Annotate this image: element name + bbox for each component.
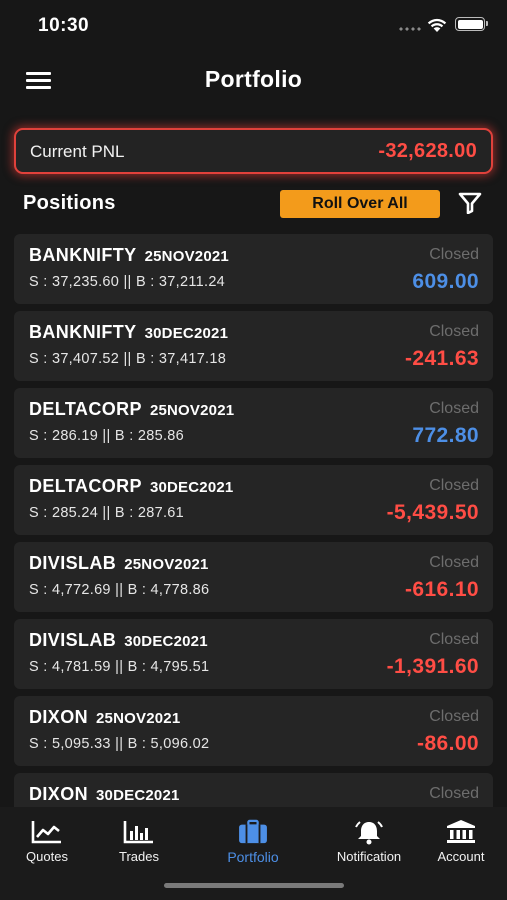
home-indicator[interactable] (164, 883, 344, 888)
position-status: Closed (429, 477, 479, 494)
position-symbol: DIVISLAB 25NOV2021 (29, 553, 209, 573)
position-expiry: 30DEC2021 (149, 479, 234, 496)
position-pnl: -5,439.50 (386, 501, 479, 524)
position-sell-buy: S : 4,772.69 || B : 4,778.86 (29, 582, 210, 598)
position-pnl: -616.10 (404, 578, 479, 601)
current-pnl-value: -32,628.00 (378, 140, 477, 162)
position-pnl: -1,391.60 (386, 655, 479, 678)
battery-icon (455, 17, 488, 31)
roll-over-all-button[interactable]: Roll Over All (280, 190, 440, 218)
position-expiry: 30DEC2021 (144, 325, 229, 342)
positions-list[interactable]: BANKNIFTY 25NOV2021 S : 37,235.60 || B : … (0, 234, 507, 807)
position-expiry: 25NOV2021 (149, 402, 235, 419)
tab-label: Account (437, 849, 485, 864)
tab-label: Quotes (26, 849, 68, 864)
tab-account[interactable]: Account (430, 819, 492, 864)
briefcase-icon (239, 819, 267, 844)
filter-icon[interactable] (458, 192, 482, 214)
position-sell-buy: S : 4,781.59 || B : 4,795.51 (29, 659, 210, 675)
position-status: Closed (429, 708, 479, 725)
bar-chart-icon (123, 821, 153, 844)
tab-label: Notification (336, 849, 402, 864)
chart-line-icon (31, 821, 61, 844)
position-sell-buy: S : 37,235.60 || B : 37,211.24 (29, 274, 226, 290)
position-status: Closed (429, 785, 479, 802)
bank-icon (447, 820, 475, 843)
current-pnl-card: Current PNL -32,628.00 (14, 128, 493, 174)
position-expiry: 25NOV2021 (144, 248, 229, 265)
position-status: Closed (429, 554, 479, 571)
position-card[interactable]: DELTACORP 25NOV2021 S : 286.19 || B : 285… (14, 388, 493, 458)
position-expiry: 25NOV2021 (124, 556, 209, 573)
position-card[interactable]: DIXON 30DEC2021 Closed (14, 773, 493, 807)
tab-notification[interactable]: Notification (328, 819, 410, 864)
tab-quotes[interactable]: Quotes (20, 819, 74, 864)
app-header: Portfolio (0, 52, 507, 110)
position-status: Closed (429, 400, 479, 417)
position-expiry: 25NOV2021 (96, 710, 181, 727)
position-symbol: DELTACORP 25NOV2021 (29, 399, 235, 419)
position-status: Closed (429, 246, 479, 263)
tab-label: Trades (119, 849, 159, 864)
position-sell-buy: S : 286.19 || B : 285.86 (29, 428, 185, 444)
position-expiry: 30DEC2021 (96, 787, 180, 804)
position-pnl: -86.00 (417, 732, 479, 755)
position-sell-buy: S : 37,407.52 || B : 37,417.18 (29, 351, 227, 367)
positions-heading: Positions (23, 192, 116, 214)
status-bar: 10:30 (0, 0, 507, 52)
tab-portfolio[interactable]: Portfolio (218, 819, 288, 865)
position-card[interactable]: BANKNIFTY 25NOV2021 S : 37,235.60 || B : … (14, 234, 493, 304)
position-symbol: BANKNIFTY 25NOV2021 (29, 245, 229, 265)
signal-dots-icon (398, 27, 422, 31)
page-title: Portfolio (204, 66, 303, 92)
position-symbol: BANKNIFTY 30DEC2021 (29, 322, 229, 342)
position-symbol: DIVISLAB 30DEC2021 (29, 630, 208, 650)
position-status: Closed (429, 323, 479, 340)
position-status: Closed (429, 631, 479, 648)
position-card[interactable]: DIVISLAB 30DEC2021 S : 4,781.59 || B : 4,… (14, 619, 493, 689)
wifi-icon (427, 18, 447, 32)
position-expiry: 30DEC2021 (124, 633, 208, 650)
position-card[interactable]: DIXON 25NOV2021 S : 5,095.33 || B : 5,096… (14, 696, 493, 766)
position-pnl: 772.80 (412, 424, 479, 447)
position-pnl: -241.63 (404, 347, 479, 370)
position-symbol: DIXON 30DEC2021 (29, 784, 180, 804)
position-symbol: DELTACORP 30DEC2021 (29, 476, 234, 496)
position-pnl: 609.00 (412, 270, 479, 293)
status-time: 10:30 (38, 15, 90, 36)
current-pnl-label: Current PNL (30, 142, 125, 161)
position-sell-buy: S : 5,095.33 || B : 5,096.02 (29, 736, 210, 752)
position-sell-buy: S : 285.24 || B : 287.61 (29, 505, 185, 521)
bell-icon (355, 821, 383, 845)
position-card[interactable]: BANKNIFTY 30DEC2021 S : 37,407.52 || B : … (14, 311, 493, 381)
tab-trades[interactable]: Trades (111, 819, 167, 864)
position-card[interactable]: DELTACORP 30DEC2021 S : 285.24 || B : 287… (14, 465, 493, 535)
position-card[interactable]: DIVISLAB 25NOV2021 S : 4,772.69 || B : 4,… (14, 542, 493, 612)
position-symbol: DIXON 25NOV2021 (29, 707, 181, 727)
tab-label: Portfolio (227, 849, 279, 865)
